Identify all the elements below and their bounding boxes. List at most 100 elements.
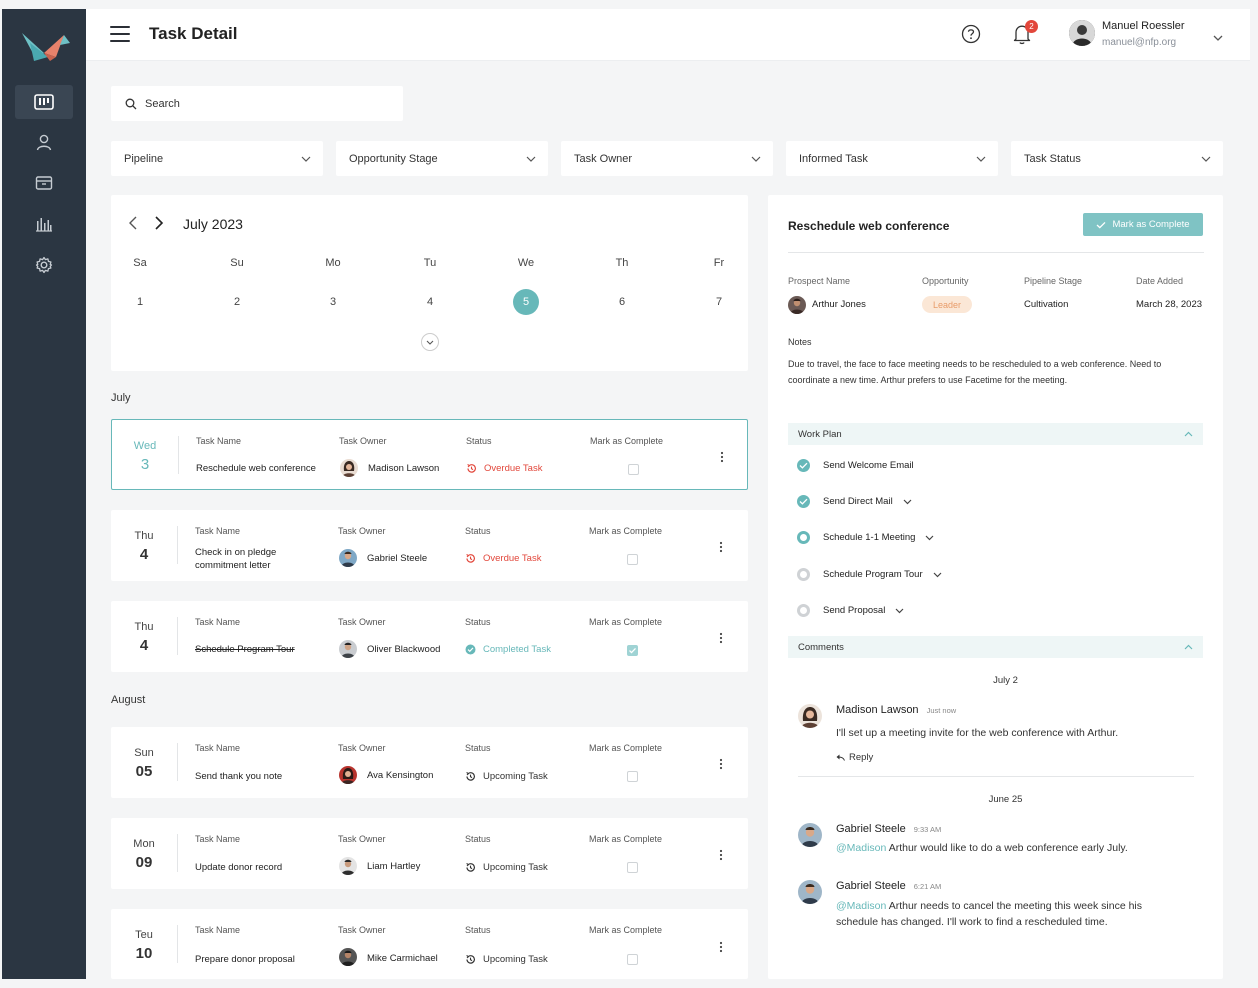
reply-arrow-icon: [836, 754, 845, 761]
calendar-day[interactable]: 1: [115, 296, 165, 308]
reply-button[interactable]: Reply: [836, 752, 873, 763]
sidebar: [2, 9, 86, 979]
work-plan-item[interactable]: Schedule 1-1 Meeting: [797, 531, 934, 544]
more-options-kebab-icon[interactable]: [719, 940, 723, 953]
calendar-day[interactable]: 6: [597, 296, 647, 308]
task-card[interactable]: Sun 05 Task Name Task Owner Status Mark …: [111, 727, 748, 798]
more-options-kebab-icon[interactable]: [719, 757, 723, 770]
mark-complete-checkbox[interactable]: [627, 862, 638, 873]
chevron-down-icon[interactable]: [933, 572, 942, 578]
mark-complete-checkbox[interactable]: [627, 954, 638, 965]
commenter-avatar: [798, 704, 822, 728]
task-date: 3: [140, 456, 150, 473]
filter-task-owner[interactable]: Task Owner: [561, 141, 773, 176]
task-card[interactable]: Mon 09 Task Name Task Owner Status Mark …: [111, 818, 748, 889]
more-options-kebab-icon[interactable]: [719, 540, 723, 553]
nav-settings-gear-icon[interactable]: [15, 248, 73, 282]
task-owner: Ava Kensington: [367, 770, 434, 781]
user-menu-chevron-down-icon[interactable]: [1212, 29, 1224, 47]
task-name: Check in on pledge commitment letter: [195, 547, 277, 571]
task-name: Reschedule web conference: [196, 463, 316, 474]
calendar-dow: We: [517, 257, 535, 269]
mention-link[interactable]: @Madison: [836, 900, 886, 912]
calendar-day[interactable]: 3: [308, 296, 358, 308]
col-task-owner: Task Owner: [338, 743, 386, 753]
col-mark-complete: Mark as Complete: [589, 834, 663, 844]
work-plan-item[interactable]: Send Welcome Email: [797, 459, 914, 472]
calendar-day[interactable]: 7: [694, 296, 744, 308]
comment-date-separator: June 25: [988, 794, 1023, 805]
task-day: Teu: [135, 929, 153, 941]
filter-informed-task[interactable]: Informed Task: [786, 141, 998, 176]
bird-logo-icon[interactable]: [20, 27, 70, 68]
date-added-value: March 28, 2023: [1136, 299, 1203, 310]
mark-as-complete-button[interactable]: Mark as Complete: [1083, 213, 1203, 236]
more-options-kebab-icon[interactable]: [719, 848, 723, 861]
chevron-down-icon[interactable]: [895, 608, 904, 614]
work-plan-item[interactable]: Send Direct Mail: [797, 495, 912, 508]
search-input[interactable]: Search: [111, 86, 403, 121]
more-options-kebab-icon[interactable]: [720, 450, 724, 463]
nav-pipeline-board-icon[interactable]: [15, 85, 73, 119]
task-date: 10: [135, 945, 153, 962]
mark-complete-checkbox[interactable]: [627, 771, 638, 782]
comments-section-header[interactable]: Comments: [788, 636, 1203, 658]
work-plan-item[interactable]: Send Proposal: [797, 604, 904, 617]
chevron-down-icon[interactable]: [925, 535, 934, 541]
nav-reports-icon[interactable]: [15, 207, 73, 241]
nav-user-icon[interactable]: [15, 125, 73, 159]
comment-author: Gabriel Steele 6:21 AM: [836, 880, 942, 892]
col-task-name: Task Name: [195, 925, 241, 935]
hamburger-menu-icon[interactable]: [110, 26, 130, 42]
filter-opportunity-stage[interactable]: Opportunity Stage: [336, 141, 548, 176]
calendar-day-selected[interactable]: 5: [513, 289, 539, 315]
chevron-down-icon: [976, 156, 986, 162]
mark-complete-checkbox[interactable]: [628, 464, 639, 475]
mark-complete-checkbox[interactable]: [627, 645, 638, 656]
col-mark-complete: Mark as Complete: [589, 526, 663, 536]
calendar-next-chevron-right-icon[interactable]: [154, 215, 164, 236]
mention-link[interactable]: @Madison: [836, 842, 886, 854]
prospect-name[interactable]: Arthur Jones: [812, 299, 866, 310]
task-card[interactable]: Wed 3 Task Name Task Owner Status Mark a…: [111, 419, 748, 490]
task-card[interactable]: Thu 4 Task Name Task Owner Status Mark a…: [111, 510, 748, 581]
filter-pipeline[interactable]: Pipeline: [111, 141, 323, 176]
label-date-added: Date Added: [1136, 276, 1184, 286]
task-status: Overdue Task: [466, 463, 542, 474]
col-mark-complete: Mark as Complete: [589, 617, 663, 627]
owner-avatar: [339, 766, 357, 784]
task-card[interactable]: Thu 4 Task Name Task Owner Status Mark a…: [111, 601, 748, 672]
owner-avatar: [339, 549, 357, 567]
work-plan-section-header[interactable]: Work Plan: [788, 423, 1203, 445]
comment-text: @Madison Arthur needs to cancel the meet…: [836, 900, 1142, 928]
chevron-down-icon: [301, 156, 311, 162]
task-name: Prepare donor proposal: [195, 954, 295, 965]
help-icon[interactable]: [961, 24, 981, 49]
calendar-day[interactable]: 2: [212, 296, 262, 308]
user-avatar[interactable]: [1069, 20, 1095, 46]
more-options-kebab-icon[interactable]: [719, 631, 723, 644]
prospect-avatar: [788, 296, 806, 314]
task-name: Update donor record: [195, 862, 283, 873]
nav-box-icon[interactable]: [15, 166, 73, 200]
chevron-down-icon[interactable]: [903, 499, 912, 505]
overdue-clock-icon: [467, 463, 476, 473]
calendar-expand-chevron-down-icon[interactable]: [421, 333, 439, 351]
filter-task-status[interactable]: Task Status: [1011, 141, 1223, 176]
calendar-dow: Sa: [133, 257, 147, 269]
owner-avatar: [340, 459, 358, 477]
top-bar: Task Detail 2 Manuel Roessler manuel@nfp…: [86, 9, 1250, 61]
task-owner: Madison Lawson: [368, 463, 440, 474]
col-task-name: Task Name: [195, 743, 241, 753]
upcoming-history-icon: [466, 862, 475, 872]
col-mark-complete: Mark as Complete: [589, 925, 663, 935]
work-plan-item[interactable]: Schedule Program Tour: [797, 568, 942, 581]
mark-complete-checkbox[interactable]: [627, 554, 638, 565]
calendar-day[interactable]: 4: [405, 296, 455, 308]
task-card[interactable]: Teu 10 Task Name Task Owner Status Mark …: [111, 909, 748, 979]
notes-text: Due to travel, the face to face meeting …: [788, 359, 1162, 385]
search-placeholder: Search: [145, 97, 180, 110]
calendar-month: July 2023: [183, 216, 243, 232]
col-task-owner: Task Owner: [339, 436, 387, 446]
calendar-prev-chevron-left-icon[interactable]: [128, 215, 138, 236]
